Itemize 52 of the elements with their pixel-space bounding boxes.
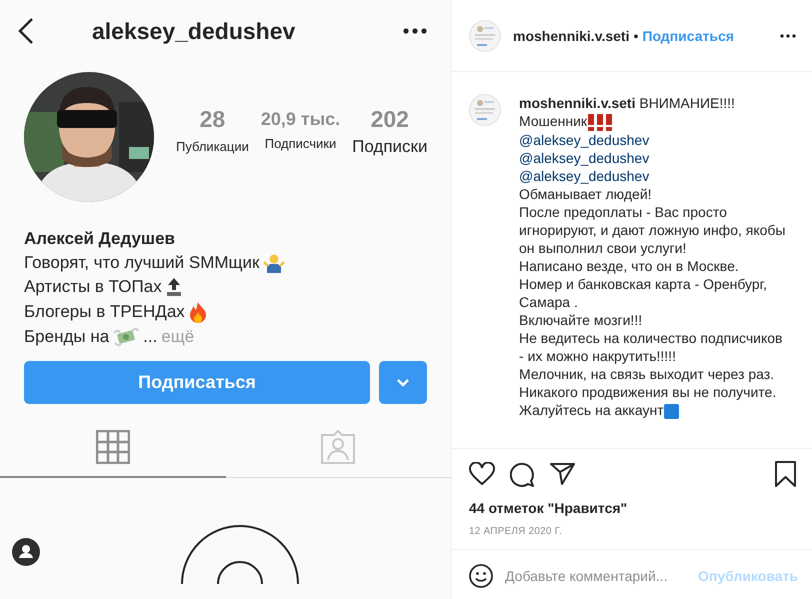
chevron-down-icon bbox=[396, 378, 410, 387]
bio-line: Говорят, что лучший SMMщик bbox=[24, 253, 260, 273]
stat-label: Подписки bbox=[352, 136, 428, 156]
profile-username: aleksey_dedushev bbox=[91, 18, 296, 44]
caption-text: Жалуйтесь на аккаунт bbox=[519, 402, 664, 418]
bio-line: Артисты в ТОПах bbox=[24, 277, 162, 297]
more-options-icon[interactable] bbox=[780, 34, 796, 38]
bio-ellipsis: ... bbox=[143, 327, 158, 347]
caption-text: Мелочник, на связь выходит через раз. Никакого продвижения вы не получите. bbox=[519, 366, 776, 400]
caption-text: Номер и банковская карта - Оренбург, Самара . bbox=[519, 276, 767, 310]
stat-value: 20,9 тыс. bbox=[260, 108, 340, 130]
dropdown-button[interactable] bbox=[379, 361, 428, 404]
caption-text: Обманывает людей! bbox=[519, 186, 652, 202]
square-icon bbox=[664, 404, 679, 419]
comment-field[interactable]: Добавьте комментарий... bbox=[505, 568, 686, 584]
stat-label: Подписчики bbox=[264, 136, 336, 150]
comment-icon[interactable] bbox=[510, 462, 536, 486]
caption-text: Не ведитесь на количество подписчиков - их можно накрутить!!!!! bbox=[519, 330, 782, 364]
caption-text: Мошенник bbox=[519, 113, 588, 129]
bookmark-icon[interactable] bbox=[775, 461, 796, 487]
top-arrow-icon bbox=[166, 277, 182, 297]
post-date: 12 АПРЕЛЯ 2020 Г. bbox=[468, 525, 563, 537]
separator-dot: • bbox=[633, 28, 638, 44]
stat-value: 28 bbox=[200, 106, 226, 132]
mention-link[interactable]: @aleksey_dedushev bbox=[519, 132, 650, 148]
shrug-figure-icon bbox=[263, 253, 286, 273]
profile-name: Алексей Дедушев bbox=[24, 229, 176, 249]
bio-line: Бренды на bbox=[24, 327, 110, 347]
stat-label: Публикации bbox=[176, 138, 249, 154]
mention-link[interactable]: @aleksey_dedushev bbox=[519, 168, 650, 184]
heart-icon[interactable] bbox=[469, 462, 496, 486]
tagged-person-icon bbox=[321, 430, 356, 464]
caption-text: moshenniki.v.seti ВНИМАНИЕ!!!! bbox=[519, 95, 735, 111]
bio-line: Блогеры в ТРЕНДах bbox=[24, 302, 185, 322]
caption-text: После предоплаты - Вас просто игнорируют, и дают ложную инфо, якобы он выполнил свои услуги! bbox=[519, 204, 786, 256]
send-icon[interactable] bbox=[550, 462, 576, 486]
grid-icon bbox=[96, 430, 130, 464]
caption-author-link[interactable]: moshenniki.v.seti bbox=[519, 95, 636, 111]
post-author[interactable]: moshenniki.v.seti bbox=[513, 28, 630, 44]
stat-value: 202 bbox=[370, 106, 409, 132]
fire-icon bbox=[188, 301, 207, 323]
user-icon[interactable] bbox=[12, 538, 40, 566]
mention-link[interactable]: @aleksey_dedushev bbox=[519, 150, 650, 166]
caption-text: Включайте мозги!!! bbox=[519, 312, 642, 328]
back-icon[interactable] bbox=[18, 17, 34, 45]
more-options-icon[interactable] bbox=[403, 28, 428, 34]
flying-money-icon bbox=[113, 327, 140, 347]
emoji-icon[interactable] bbox=[469, 564, 494, 588]
camera-outline-icon bbox=[178, 524, 302, 584]
caption-text: Написано везде, что он в Москве. bbox=[519, 258, 739, 274]
likes-count[interactable]: 44 отметок "Нравится" bbox=[452, 487, 812, 516]
exclamation-marks-icon bbox=[587, 114, 614, 131]
